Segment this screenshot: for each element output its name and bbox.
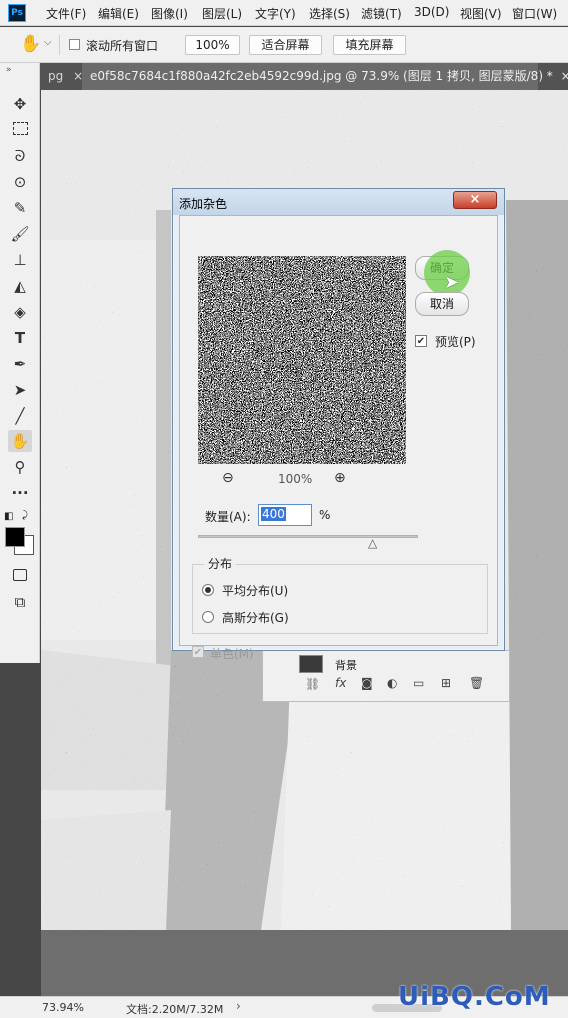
layer-thumbnail[interactable] bbox=[299, 655, 323, 673]
type-tool-icon[interactable]: T bbox=[8, 327, 32, 349]
cancel-button[interactable]: 取消 bbox=[415, 292, 469, 316]
photoshop-logo[interactable]: Ps bbox=[8, 4, 26, 22]
trash-icon[interactable]: 🗑 bbox=[469, 676, 484, 690]
preview-label: 预览(P) bbox=[435, 335, 476, 349]
menu-select[interactable]: 选择(S) bbox=[309, 5, 350, 22]
link-layers-icon[interactable]: ⛓ bbox=[305, 677, 320, 691]
amount-slider-track[interactable] bbox=[198, 535, 418, 538]
tab-active-document[interactable]: e0f58c7684c1f880a42fc2eb4592c99d.jpg @ 7… bbox=[82, 63, 568, 90]
add-mask-icon[interactable]: ◙ bbox=[361, 676, 373, 690]
tab-previous-label: pg bbox=[48, 69, 64, 83]
status-zoom[interactable]: 73.94% bbox=[42, 1001, 84, 1014]
fx-icon[interactable]: fx bbox=[335, 676, 346, 690]
add-noise-dialog: 添加杂色 × ⊖ 100% ⊕ ➤ 取消 ✔ 预览(P) 数量(A): 400 … bbox=[172, 188, 505, 661]
uniform-label: 平均分布(U) bbox=[222, 584, 289, 598]
marquee-tool-icon[interactable] bbox=[8, 119, 32, 141]
mouse-cursor-icon: ➤ bbox=[444, 272, 460, 293]
default-colors-icon[interactable]: ◧ bbox=[4, 511, 13, 522]
screen-mode-icon[interactable]: ⧉ bbox=[8, 591, 32, 613]
more-tools-icon[interactable]: ··· bbox=[8, 482, 32, 504]
scroll-all-windows-label: 滚动所有窗口 bbox=[86, 39, 159, 53]
preview-checkbox[interactable]: ✔ bbox=[415, 335, 427, 347]
fill-screen-button[interactable]: 填充屏幕 bbox=[333, 35, 406, 55]
close-button[interactable]: × bbox=[453, 191, 497, 209]
brush-tool-icon[interactable]: 🖌 bbox=[8, 223, 32, 245]
amount-input[interactable]: 400 bbox=[258, 504, 312, 526]
monochromatic-checkbox[interactable]: ✔ bbox=[192, 646, 204, 658]
collapse-icon[interactable]: » bbox=[6, 65, 12, 75]
zoom-out-icon[interactable]: ⊖ bbox=[222, 470, 234, 486]
dialog-body: ⊖ 100% ⊕ 确定 ➤ 取消 ✔ 预览(P) 数量(A): 400 % △ … bbox=[179, 215, 498, 661]
menu-3d[interactable]: 3D(D) bbox=[414, 5, 449, 19]
line-tool-icon[interactable]: ╱ bbox=[8, 405, 32, 427]
noise-preview-image bbox=[198, 256, 406, 464]
stamp-tool-icon[interactable]: ⊥ bbox=[8, 249, 32, 271]
eraser-tool-icon[interactable]: ◭ bbox=[8, 275, 32, 297]
status-chevron-icon[interactable]: › bbox=[236, 999, 241, 1013]
pen-tool-icon[interactable]: ✒ bbox=[8, 353, 32, 375]
amount-unit: % bbox=[319, 508, 331, 522]
watermark: UiBQ.CoM bbox=[398, 982, 551, 1012]
amount-label: 数量(A): bbox=[205, 510, 251, 524]
gaussian-label: 高斯分布(G) bbox=[222, 611, 289, 625]
fit-screen-button[interactable]: 适合屏幕 bbox=[249, 35, 322, 55]
zoom-in-icon[interactable]: ⊕ bbox=[334, 470, 346, 486]
amount-value: 400 bbox=[261, 507, 286, 521]
preview-zoom-value: 100% bbox=[278, 472, 313, 486]
paint-bucket-tool-icon[interactable]: ◈ bbox=[8, 301, 32, 323]
layer-name[interactable]: 背景 bbox=[335, 657, 357, 673]
tools-panel: » ✥ ᘐ ⊙ ✎ 🖌 ⊥ ◭ ◈ T ✒ ➤ ╱ ✋ ⚲ ··· ◧ ⤸ ⧉ bbox=[0, 63, 40, 663]
distribution-title: 分布 bbox=[204, 555, 237, 572]
tab-active-label: e0f58c7684c1f880a42fc2eb4592c99d.jpg @ 7… bbox=[90, 69, 553, 83]
eyedropper-tool-icon[interactable]: ✎ bbox=[8, 197, 32, 219]
layers-panel: 背景 ⛓ fx ◙ ◐ ▭ ⊞ 🗑 bbox=[262, 650, 510, 702]
hand-tool-icon[interactable]: ✋ bbox=[8, 430, 32, 452]
menu-layer[interactable]: 图层(L) bbox=[202, 5, 242, 22]
swap-colors-icon[interactable]: ⤸ bbox=[22, 510, 28, 521]
amount-slider-thumb[interactable]: △ bbox=[368, 536, 377, 550]
lasso-tool-icon[interactable]: ᘐ bbox=[8, 145, 32, 167]
new-layer-icon[interactable]: ⊞ bbox=[441, 676, 451, 690]
document-tabs: pg × e0f58c7684c1f880a42fc2eb4592c99d.jp… bbox=[40, 63, 568, 90]
status-document-size: 文档:2.20M/7.32M bbox=[126, 1003, 224, 1016]
options-bar: ✋ ⌵ 滚动所有窗口 100% 适合屏幕 填充屏幕 bbox=[0, 27, 568, 63]
menu-type[interactable]: 文字(Y) bbox=[255, 5, 296, 22]
menu-file[interactable]: 文件(F) bbox=[46, 5, 86, 22]
dialog-title: 添加杂色 bbox=[179, 197, 228, 211]
menu-filter[interactable]: 滤镜(T) bbox=[361, 5, 402, 22]
path-selection-tool-icon[interactable]: ➤ bbox=[8, 379, 32, 401]
tab-close-icon[interactable]: × bbox=[561, 69, 568, 83]
zoom-tool-icon[interactable]: ⚲ bbox=[8, 456, 32, 478]
adjustment-layer-icon[interactable]: ◐ bbox=[387, 676, 397, 690]
menu-bar: Ps 文件(F) 编辑(E) 图像(I) 图层(L) 文字(Y) 选择(S) 滤… bbox=[0, 0, 568, 26]
dialog-titlebar[interactable]: 添加杂色 × bbox=[173, 189, 504, 215]
uniform-radio[interactable] bbox=[202, 584, 214, 596]
quick-selection-tool-icon[interactable]: ⊙ bbox=[8, 171, 32, 193]
divider bbox=[59, 35, 60, 55]
monochromatic-label: 单色(M) bbox=[210, 647, 254, 661]
chevron-down-icon[interactable]: ⌵ bbox=[44, 37, 52, 48]
gaussian-radio[interactable] bbox=[202, 611, 214, 623]
menu-image[interactable]: 图像(I) bbox=[151, 5, 188, 22]
group-folder-icon[interactable]: ▭ bbox=[413, 676, 424, 690]
foreground-color-swatch[interactable] bbox=[5, 527, 25, 547]
zoom-100-button[interactable]: 100% bbox=[185, 35, 240, 55]
hand-tool-icon[interactable]: ✋ bbox=[20, 34, 41, 54]
menu-edit[interactable]: 编辑(E) bbox=[98, 5, 139, 22]
move-tool-icon[interactable]: ✥ bbox=[8, 93, 32, 115]
menu-window[interactable]: 窗口(W) bbox=[512, 5, 557, 22]
noise-preview[interactable] bbox=[198, 256, 406, 464]
quick-mask-icon[interactable] bbox=[8, 565, 32, 587]
scroll-all-windows-checkbox[interactable] bbox=[69, 39, 80, 50]
menu-view[interactable]: 视图(V) bbox=[460, 5, 502, 22]
